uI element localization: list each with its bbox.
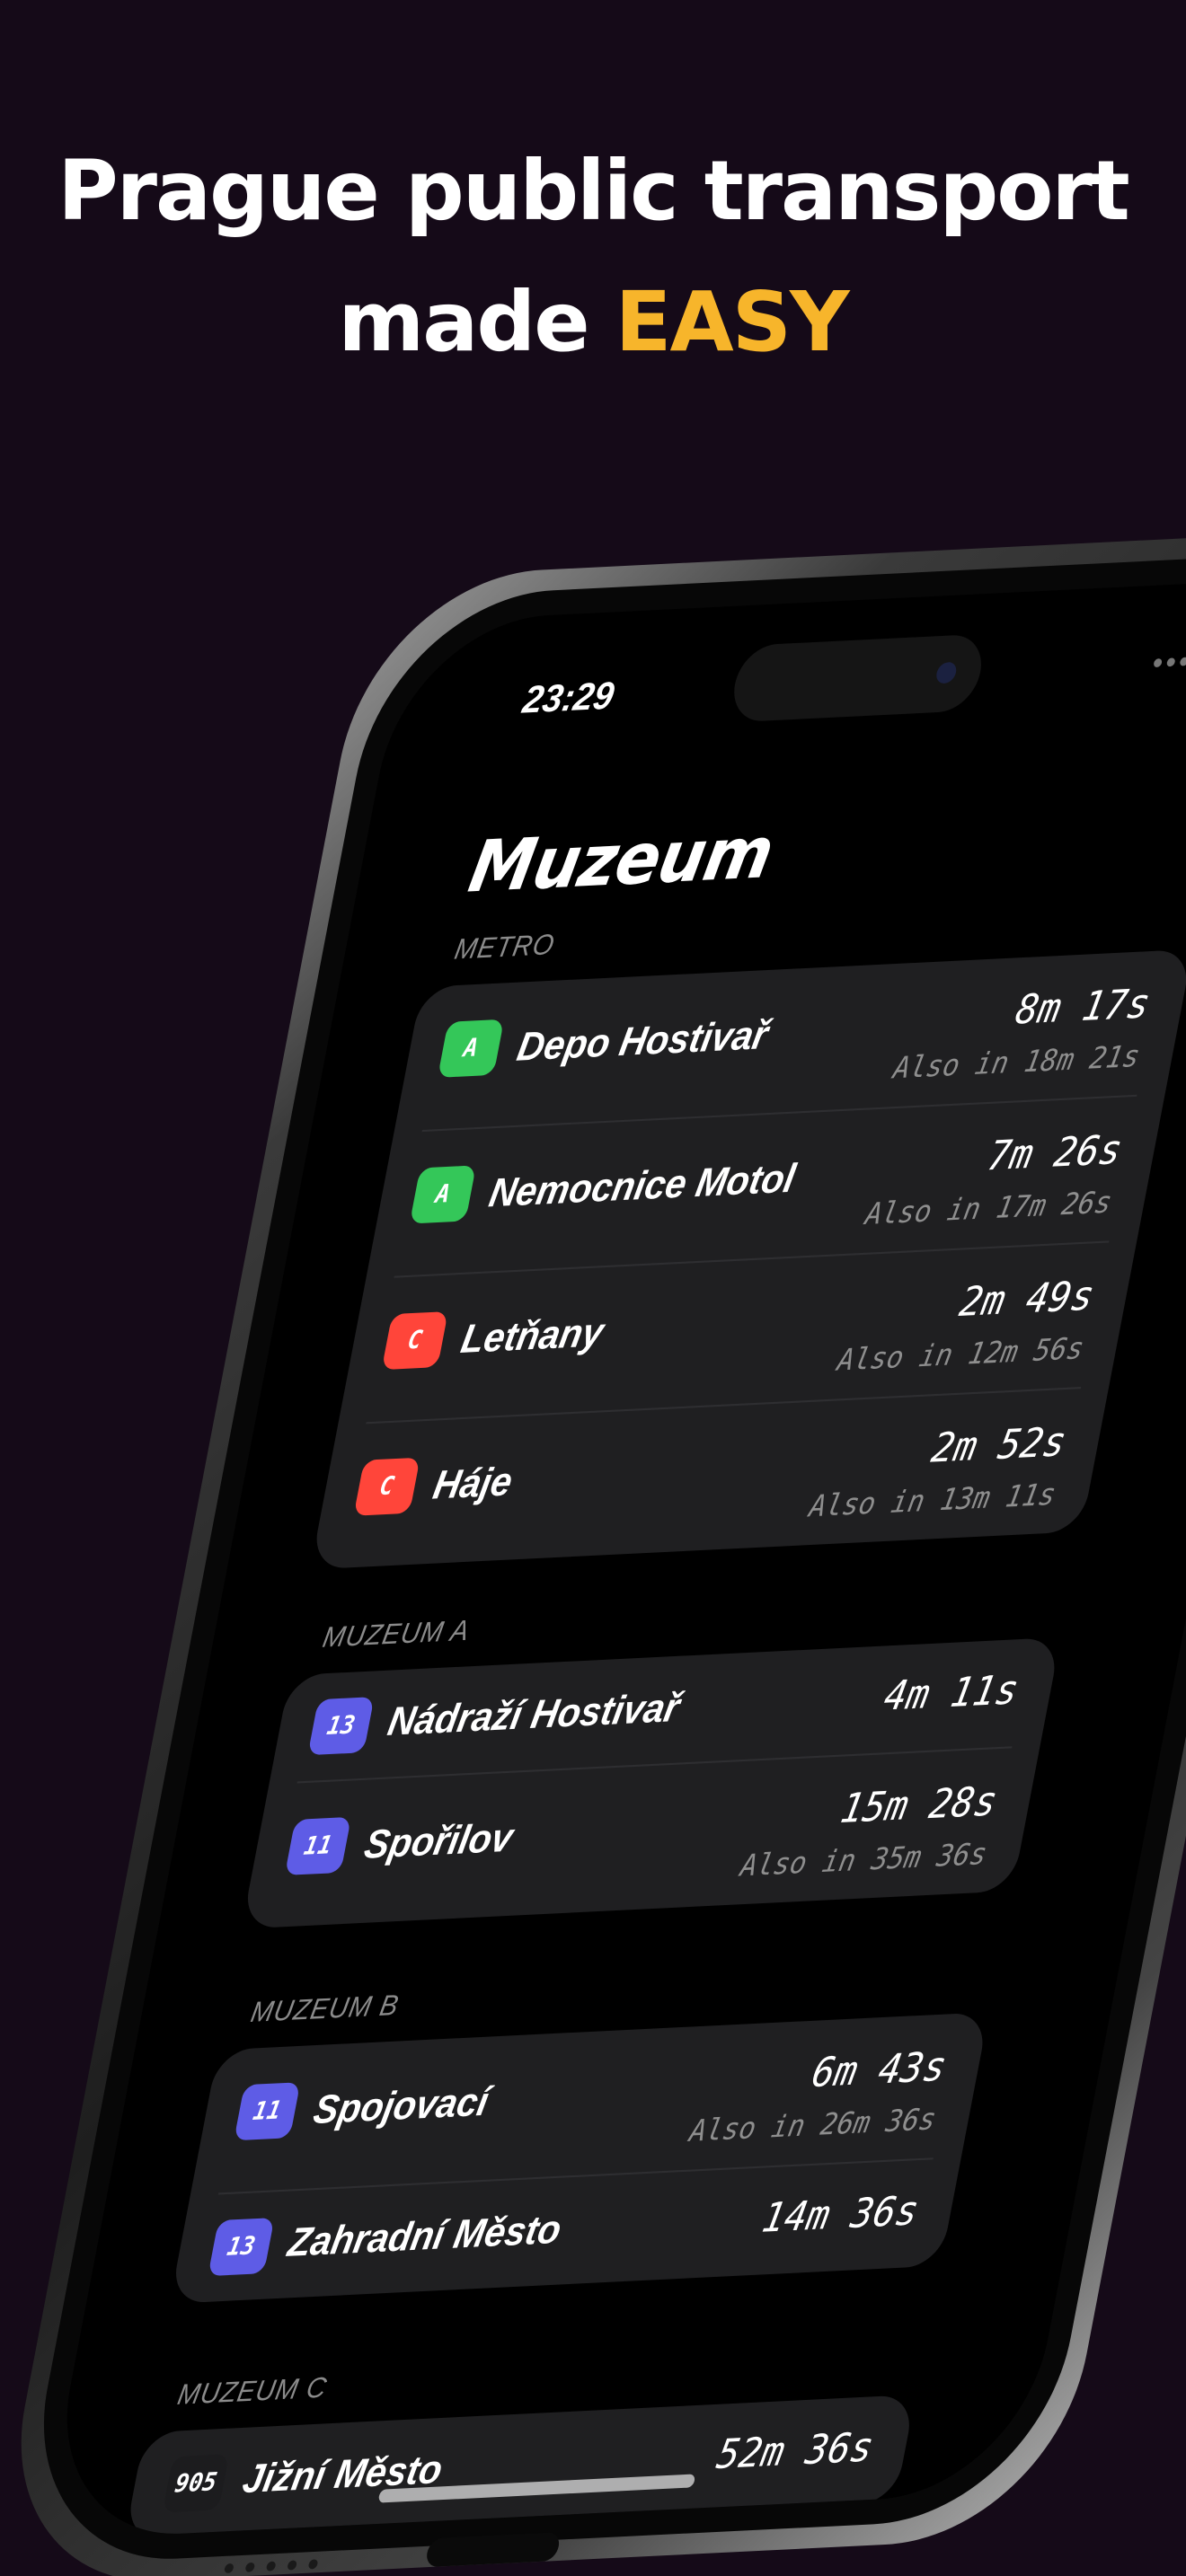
device-stage: 23:29 Muzeum METRO A Depo Hostivař 8m 17s Al… (0, 0, 1186, 2576)
eta-countdown: 4m 11s (880, 1665, 1022, 1720)
next-departure-label: Also in 18m 21s (890, 1039, 1143, 1086)
destination-label: Spojovací (310, 2078, 493, 2132)
destination-label: Zahradní Město (284, 2206, 565, 2265)
line-badge: 11 (234, 2082, 301, 2141)
eta-countdown: 6m 43s (808, 2042, 951, 2096)
section-metro: METRO A Depo Hostivař 8m 17s Also in 18m 21s… (310, 897, 1186, 1570)
departures-card: 13 Nádraží Hostivař 4m 11s 11 Spořilov 15m 28… (241, 1636, 1061, 1929)
line-badge: A (409, 1165, 477, 1224)
destination-label: Depo Hostivař (513, 1011, 773, 1070)
destination-label: Letňany (457, 1309, 608, 1362)
line-badge: C (381, 1311, 448, 1371)
next-departure-label: Also in 35m 36s (738, 1837, 990, 1884)
camera-icon (934, 661, 959, 684)
eta-countdown: 14m 36s (758, 2186, 923, 2242)
next-departure-label: Also in 17m 26s (863, 1185, 1115, 1232)
eta-countdown: 8m 17s (1012, 979, 1155, 1034)
line-badge: 13 (307, 1697, 375, 1756)
eta-countdown: 52m 36s (712, 2422, 878, 2478)
section-muzeum-b: MUZEUM B 11 Spojovací 6m 43s Also in 26m 36s… (169, 1960, 999, 2304)
destination-label: Nemocnice Motol (485, 1155, 800, 1216)
destination-label: Háje (429, 1458, 517, 1508)
destination-label: Nádraží Hostivař (384, 1684, 684, 1744)
status-time: 23:29 (519, 675, 618, 722)
eta-countdown: 2m 52s (927, 1417, 1070, 1472)
line-badge: A (437, 1019, 505, 1078)
charging-port (424, 2531, 562, 2568)
line-badge: C (353, 1457, 420, 1516)
status-icons (1151, 638, 1186, 679)
eta-countdown: 2m 49s (956, 1271, 1098, 1326)
eta-countdown: 15m 28s (836, 1777, 1002, 1832)
departures-card: 11 Spojovací 6m 43s Also in 26m 36s 13 Zahrad… (169, 2012, 989, 2304)
next-departure-label: Also in 12m 56s (834, 1331, 1087, 1379)
next-departure-label: Also in 13m 11s (806, 1477, 1059, 1524)
dynamic-island (727, 633, 988, 723)
line-badge: 905 (162, 2454, 230, 2513)
stop-title: Muzeum (463, 811, 780, 909)
line-badge: 13 (208, 2218, 275, 2277)
phone-device: 23:29 Muzeum METRO A Depo Hostivař 8m 17s Al… (0, 525, 1186, 2576)
line-badge: 11 (284, 1816, 352, 1875)
next-departure-label: Also in 26m 36s (686, 2102, 939, 2149)
destination-label: Spořilov (360, 1814, 518, 1867)
cellular-dots-icon (1153, 656, 1186, 667)
eta-countdown: 7m 26s (984, 1125, 1127, 1180)
section-muzeum-a: MUZEUM A 13 Nádraží Hostivař 4m 11s 11 Spořil… (241, 1585, 1071, 1929)
departures-card: A Depo Hostivař 8m 17s Also in 18m 21s A Nemo… (310, 948, 1186, 1570)
